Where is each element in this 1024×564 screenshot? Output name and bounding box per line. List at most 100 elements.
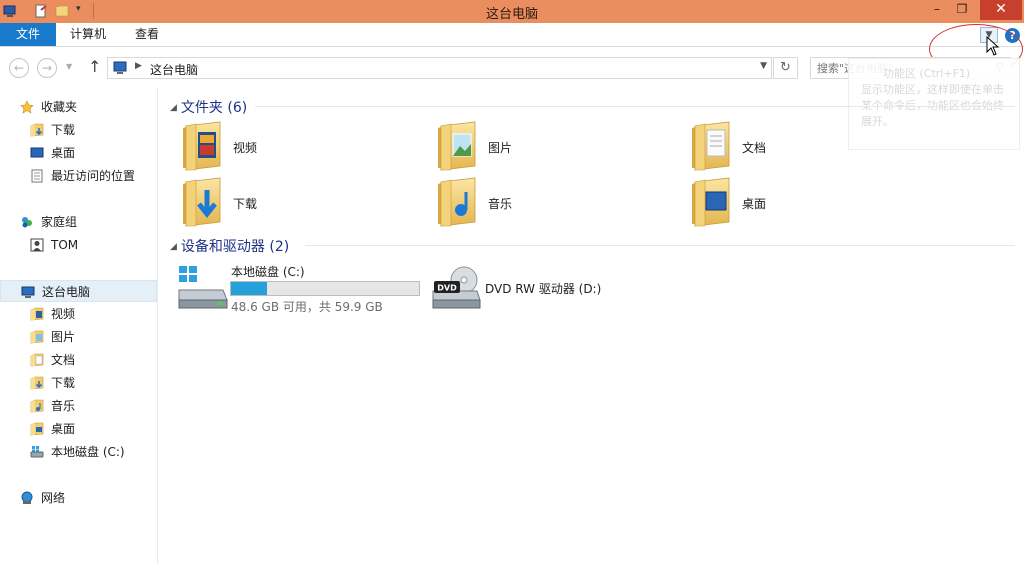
sidebar-item-favorites[interactable]: 收藏夹 <box>0 96 157 118</box>
restore-button[interactable]: ❐ <box>950 0 974 20</box>
forward-button[interactable]: → <box>37 58 57 78</box>
group-divider <box>305 245 1015 246</box>
videos-folder-icon <box>30 307 44 321</box>
download-folder-icon <box>30 376 44 390</box>
sidebar-item-downloads[interactable]: 下载 <box>0 119 157 141</box>
address-bar[interactable]: ▶ 这台电脑 ▼ <box>107 57 772 79</box>
drive-c-free-space: 48.6 GB 可用，共 59.9 GB <box>231 300 383 314</box>
drive-c-usage-bar <box>230 281 420 296</box>
sidebar-item-downloads-pc[interactable]: 下载 <box>0 372 157 394</box>
sidebar-item-music[interactable]: 音乐 <box>0 395 157 417</box>
folder-label: 桌面 <box>742 197 767 211</box>
devices-group-label: 设备和驱动器 (2) <box>180 239 290 255</box>
sidebar-item-pictures[interactable]: 图片 <box>0 326 157 348</box>
minimize-button[interactable]: – <box>926 0 948 20</box>
drive-c-usage-fill <box>231 282 267 295</box>
tab-file[interactable]: 文件 <box>0 23 56 46</box>
sidebar-item-label: 收藏夹 <box>41 100 78 114</box>
breadcrumb-separator-icon[interactable]: ▶ <box>135 61 142 71</box>
network-icon <box>21 491 33 504</box>
folder-documents[interactable]: 文档 <box>689 120 909 172</box>
tab-computer[interactable]: 计算机 <box>60 23 116 46</box>
sidebar-item-label: TOM <box>51 238 79 252</box>
drive-c-label: 本地磁盘 (C:) <box>231 265 305 279</box>
folders-group-label: 文件夹 (6) <box>180 100 248 116</box>
refresh-icon: ↻ <box>780 60 791 75</box>
group-divider <box>255 106 1015 107</box>
sidebar-item-local-disk[interactable]: 本地磁盘 (C:) <box>0 441 157 463</box>
music-folder-icon <box>30 399 44 413</box>
sidebar-item-label: 下载 <box>51 123 76 137</box>
sidebar-item-label: 音乐 <box>51 399 76 413</box>
sidebar-item-label: 这台电脑 <box>42 285 91 299</box>
desktop-folder-icon <box>689 176 731 228</box>
user-icon <box>30 238 44 252</box>
sidebar-item-documents[interactable]: 文档 <box>0 349 157 371</box>
tab-view[interactable]: 查看 <box>122 23 172 46</box>
window-title: 这台电脑 <box>485 7 538 22</box>
folders-group-header[interactable]: ◢ 文件夹 (6) <box>170 97 247 117</box>
documents-folder-icon <box>30 353 44 367</box>
navigation-pane: 收藏夹 下载 桌面 最近访问的位置 家庭组 TOM 这台电脑 视频 图片 文档 … <box>0 88 158 564</box>
tooltip-title: 功能区 (Ctrl+F1) <box>883 67 971 80</box>
sidebar-item-this-pc[interactable]: 这台电脑 <box>0 280 157 302</box>
sidebar-item-network[interactable]: 网络 <box>0 487 157 509</box>
drive-icon <box>30 446 44 458</box>
drive-d-label: DVD RW 驱动器 (D:) <box>485 282 602 296</box>
sidebar-item-user[interactable]: TOM <box>0 234 157 256</box>
sidebar-item-desktop-pc[interactable]: 桌面 <box>0 418 157 440</box>
sidebar-item-recent-places[interactable]: 最近访问的位置 <box>0 165 157 187</box>
documents-folder-icon <box>689 120 731 172</box>
sidebar-item-label: 下载 <box>51 376 76 390</box>
download-folder-icon <box>180 176 222 228</box>
music-folder-icon <box>435 176 477 228</box>
up-button[interactable]: ↑ <box>88 57 101 76</box>
sidebar-item-label: 文档 <box>51 353 76 367</box>
videos-folder-icon <box>180 120 222 172</box>
desktop-icon <box>30 147 44 158</box>
sidebar-item-label: 网络 <box>41 491 66 505</box>
content-pane: ◢文件夹 (6) 视频 图片 文档 下载 音乐 桌面 ◢设备和驱动器 (2) <box>160 88 1024 564</box>
folder-downloads[interactable]: 下载 <box>180 176 400 228</box>
collapse-chevron-icon[interactable]: ◢ <box>170 242 177 252</box>
arrow-left-icon: ← <box>13 61 25 75</box>
folder-label: 视频 <box>233 141 258 155</box>
folder-label: 下载 <box>233 197 258 211</box>
sidebar-item-label: 视频 <box>51 307 76 321</box>
desktop-folder-icon <box>30 422 44 436</box>
folder-music[interactable]: 音乐 <box>435 176 655 228</box>
pictures-folder-icon <box>30 330 44 344</box>
close-button[interactable]: ✕ <box>980 0 1022 20</box>
folder-desktop[interactable]: 桌面 <box>689 176 909 228</box>
mouse-cursor-icon <box>986 36 1000 56</box>
sidebar-item-label: 图片 <box>51 330 76 344</box>
recent-places-icon <box>31 169 43 183</box>
folder-label: 图片 <box>488 141 513 155</box>
folder-label: 文档 <box>742 141 767 155</box>
refresh-button[interactable]: ↻ <box>773 57 798 79</box>
dvd-badge: DVD <box>437 284 457 293</box>
title-bar: ▾ 这台电脑 – ❐ ✕ <box>0 0 1024 23</box>
back-button[interactable]: ← <box>9 58 29 78</box>
dvd-drive-icon: DVD <box>432 266 481 309</box>
pictures-folder-icon <box>435 120 477 172</box>
folder-videos[interactable]: 视频 <box>180 120 400 172</box>
local-disk-icon <box>178 266 228 309</box>
download-folder-icon <box>30 123 44 137</box>
recent-locations-dropdown-icon[interactable]: ▼ <box>66 62 72 71</box>
collapse-chevron-icon[interactable]: ◢ <box>170 103 177 113</box>
computer-icon <box>113 61 127 74</box>
address-dropdown-icon[interactable]: ▼ <box>760 61 767 71</box>
sidebar-item-label: 本地磁盘 (C:) <box>51 445 125 459</box>
sidebar-item-label: 家庭组 <box>41 215 78 229</box>
sidebar-item-desktop[interactable]: 桌面 <box>0 142 157 164</box>
sidebar-item-homegroup[interactable]: 家庭组 <box>0 211 157 233</box>
sidebar-item-label: 桌面 <box>51 422 76 436</box>
sidebar-item-videos[interactable]: 视频 <box>0 303 157 325</box>
folder-pictures[interactable]: 图片 <box>435 120 655 172</box>
devices-group-header[interactable]: ◢ 设备和驱动器 (2) <box>170 236 289 256</box>
computer-icon <box>21 286 35 298</box>
breadcrumb[interactable]: 这台电脑 <box>150 61 198 78</box>
homegroup-icon <box>22 217 32 228</box>
star-icon <box>20 100 34 114</box>
